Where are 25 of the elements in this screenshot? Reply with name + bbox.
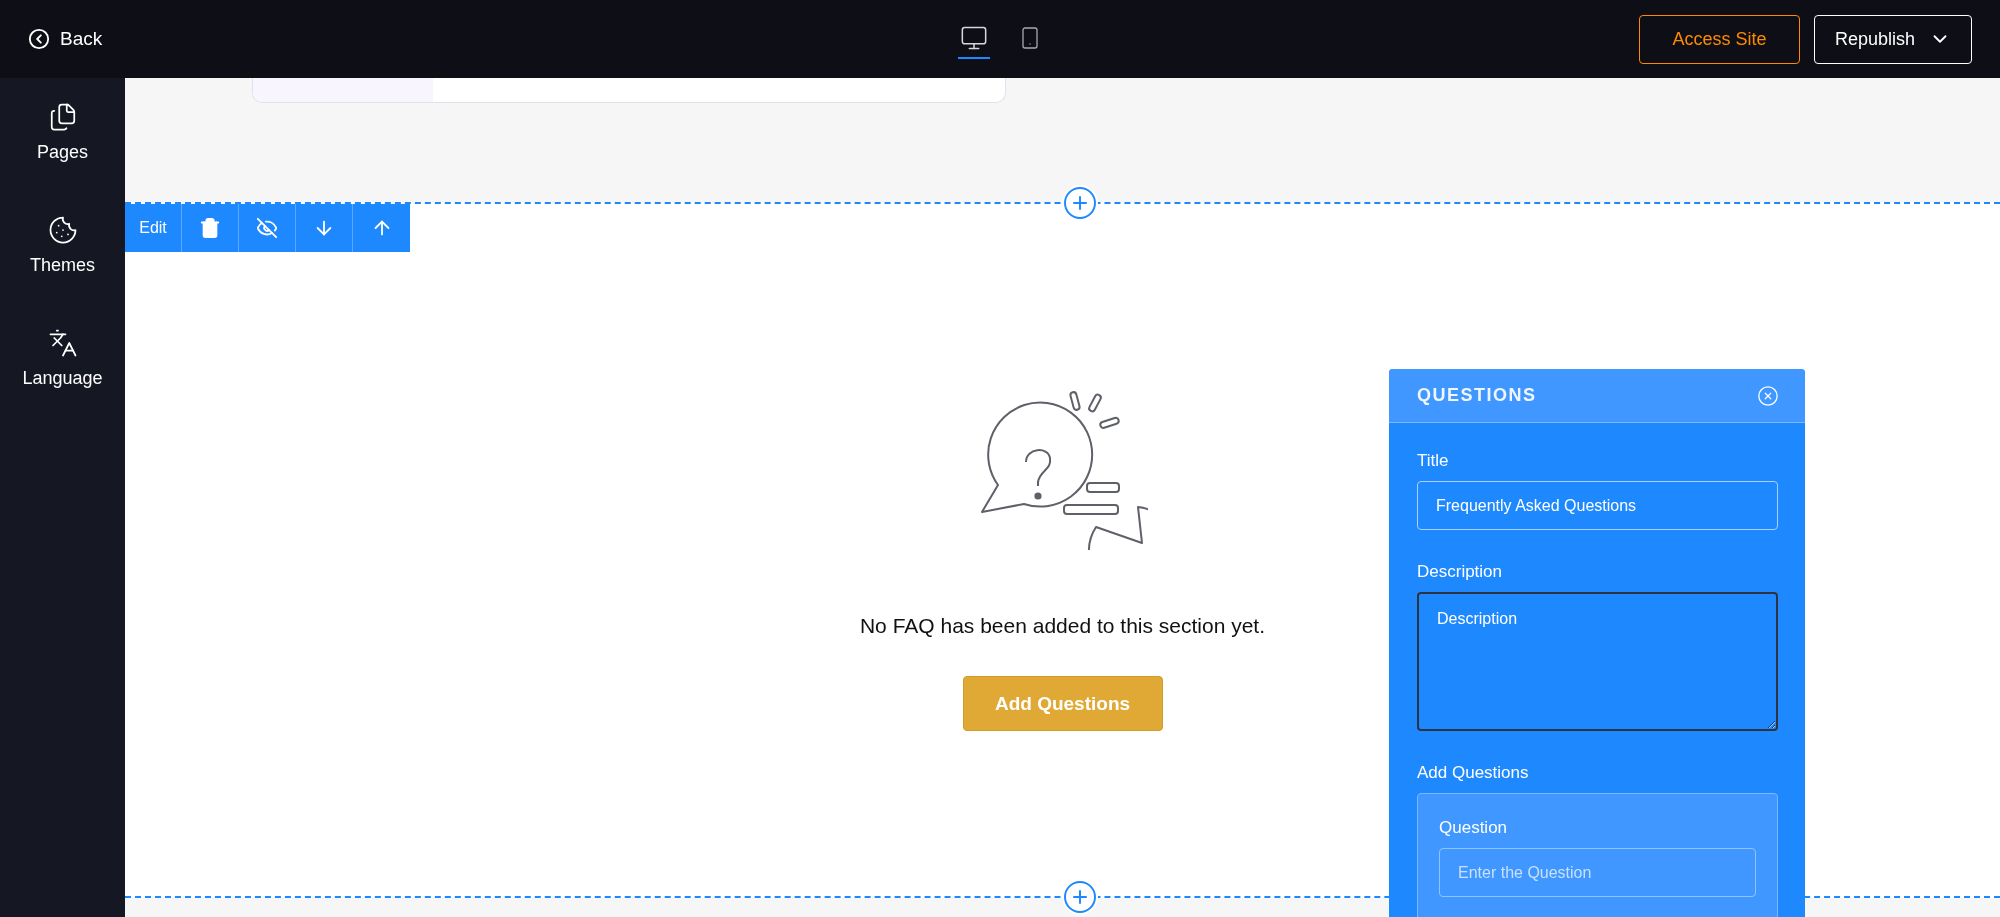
cookie-icon xyxy=(47,215,78,245)
back-link[interactable]: Back xyxy=(28,28,103,50)
sidebar-item[interactable]: Language xyxy=(0,328,125,389)
field-label: Title xyxy=(1417,451,1450,471)
plus-icon xyxy=(1062,185,1098,221)
add-section-button[interactable] xyxy=(1062,879,1098,915)
field-label: Question xyxy=(1439,818,1509,838)
add-section-button[interactable] xyxy=(1062,185,1098,221)
close-button[interactable] xyxy=(1757,384,1779,407)
question-field[interactable]: Enter the Question xyxy=(1439,848,1756,897)
republish-button[interactable]: Republish xyxy=(1814,14,1972,64)
panel-title: QUESTIONS xyxy=(1417,385,1537,406)
sidebar-item[interactable]: Themes xyxy=(0,215,125,276)
access-site-button[interactable]: Access Site xyxy=(1639,14,1800,64)
field-label: Add Questions xyxy=(1417,763,1530,783)
translate-icon xyxy=(47,328,78,358)
trash-icon xyxy=(199,217,221,239)
monitor-icon xyxy=(959,24,988,52)
field-label: Description xyxy=(1417,562,1504,582)
eye-off-icon xyxy=(256,217,278,239)
empty-message: No FAQ has been added to this section yet. xyxy=(859,614,1266,638)
close-icon xyxy=(1757,384,1779,407)
plus-icon xyxy=(1062,879,1098,915)
sidebar-item[interactable]: Pages xyxy=(0,102,125,163)
back-icon xyxy=(28,28,50,50)
